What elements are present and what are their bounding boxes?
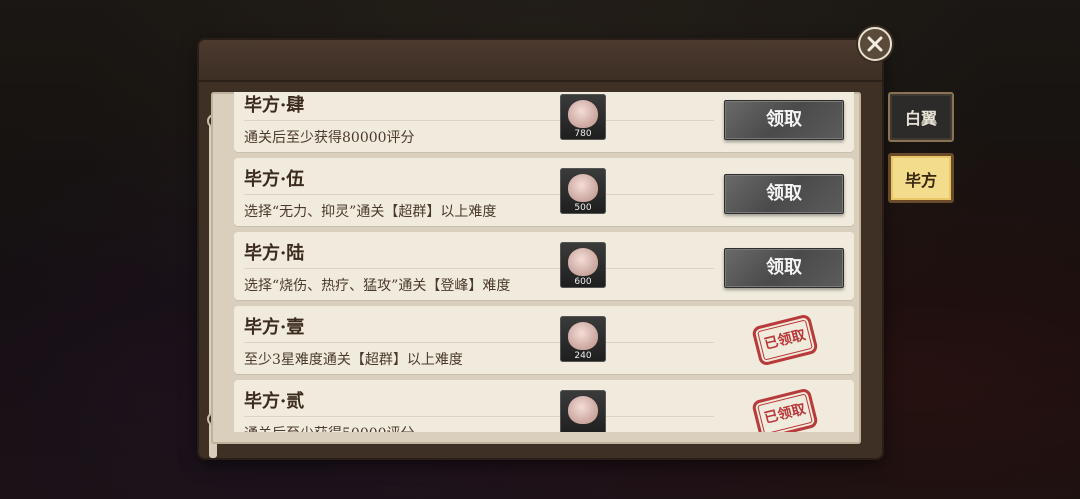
- reward-fragment-icon: [568, 396, 598, 424]
- claimed-stamp: 已领取: [751, 313, 819, 367]
- reward-count: 600: [574, 277, 592, 287]
- claim-button[interactable]: 领取: [724, 174, 844, 214]
- quest-title: 毕方·肆: [244, 95, 305, 116]
- claim-button[interactable]: 领取: [724, 100, 844, 140]
- quest-row: 毕方·陆 选择“烧伤、热疗、猛攻”通关【登峰】难度 600 领取: [234, 232, 854, 300]
- close-icon: [867, 36, 883, 52]
- claimed-stamp: 已领取: [751, 387, 819, 432]
- quest-title: 毕方·伍: [244, 169, 305, 190]
- reward-item[interactable]: 500: [560, 168, 606, 214]
- quest-row: 毕方·肆 通关后至少获得80000评分 780 领取: [234, 92, 854, 152]
- tab-baiyi[interactable]: 白翼: [888, 92, 954, 142]
- quest-title: 毕方·壹: [244, 317, 305, 338]
- quest-description: 通关后至少获得50000评分: [244, 423, 415, 432]
- quest-description: 选择“烧伤、热疗、猛攻”通关【登峰】难度: [244, 278, 511, 294]
- reward-item[interactable]: 600: [560, 242, 606, 288]
- quest-list: 毕方·肆 通关后至少获得80000评分 780 领取 毕方·伍 选择“无力、抑灵…: [234, 92, 859, 432]
- claim-button[interactable]: 领取: [724, 248, 844, 288]
- quest-row: 毕方·贰 通关后至少获得50000评分 已领取: [234, 380, 854, 432]
- reward-fragment-icon: [568, 100, 598, 128]
- row-divider: [244, 416, 714, 417]
- claimed-stamp-label: 已领取: [751, 387, 819, 432]
- quest-title: 毕方·陆: [244, 243, 305, 264]
- reward-count: 500: [574, 203, 592, 213]
- quest-description: 至少3星难度通关【超群】以上难度: [244, 352, 463, 368]
- tab-bifang[interactable]: 毕方: [888, 153, 954, 203]
- reward-fragment-icon: [568, 174, 598, 202]
- reward-item[interactable]: 240: [560, 316, 606, 362]
- reward-count: 780: [574, 129, 592, 139]
- quest-row: 毕方·伍 选择“无力、抑灵”通关【超群】以上难度 500 领取: [234, 158, 854, 226]
- reward-item[interactable]: [560, 390, 606, 432]
- row-divider: [244, 342, 714, 343]
- reward-item[interactable]: 780: [560, 94, 606, 140]
- reward-count: 240: [574, 351, 592, 361]
- quest-title: 毕方·贰: [244, 391, 305, 412]
- quest-list-panel[interactable]: 毕方·肆 通关后至少获得80000评分 780 领取 毕方·伍 选择“无力、抑灵…: [211, 92, 861, 444]
- quest-description: 选择“无力、抑灵”通关【超群】以上难度: [244, 204, 497, 220]
- claimed-stamp-label: 已领取: [751, 313, 819, 367]
- close-button[interactable]: [858, 27, 892, 61]
- reward-fragment-icon: [568, 248, 598, 276]
- quest-row: 毕方·壹 至少3星难度通关【超群】以上难度 240 已领取: [234, 306, 854, 374]
- dialog-header: [199, 40, 882, 82]
- row-divider: [244, 268, 714, 269]
- reward-fragment-icon: [568, 322, 598, 350]
- row-divider: [244, 120, 714, 121]
- row-divider: [244, 194, 714, 195]
- quest-description: 通关后至少获得80000评分: [244, 130, 415, 146]
